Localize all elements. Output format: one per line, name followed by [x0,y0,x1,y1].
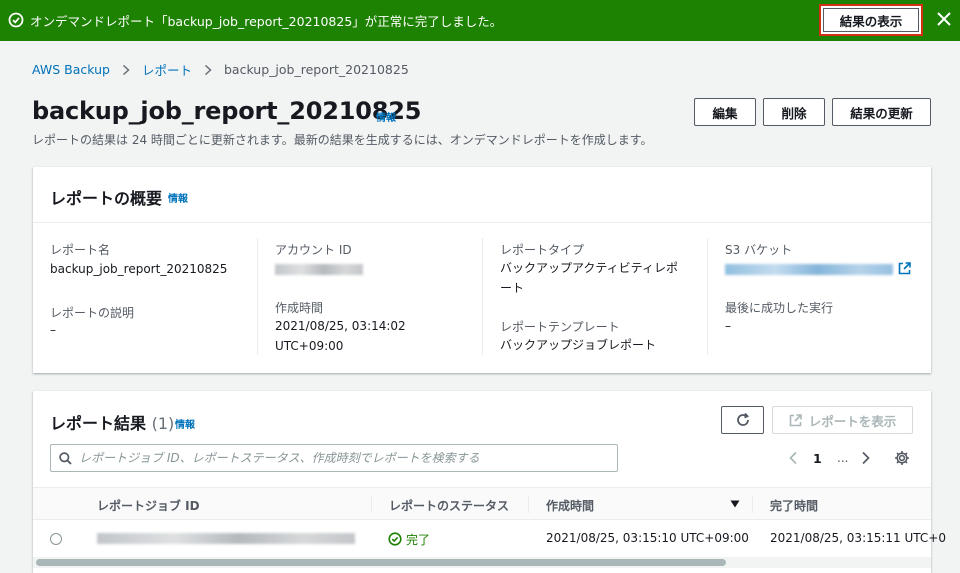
chevron-left-icon[interactable] [788,451,798,465]
edit-button[interactable]: 編集 [694,98,756,126]
results-info-link[interactable]: 情報 [175,416,195,431]
chevron-right-icon [122,64,130,75]
refresh-results-button[interactable]: 結果の更新 [832,98,931,126]
row-select-radio[interactable] [50,533,62,545]
account-id-value-redacted [275,264,363,275]
column-header-status[interactable]: レポートのステータス [389,497,509,514]
column-resizer[interactable] [528,496,529,513]
success-flash-banner: オンデマンドレポート「backup_job_report_20210825」が正… [0,0,960,41]
column-header-created[interactable]: 作成時間 [546,497,594,514]
column-divider [482,238,483,355]
chevron-right-icon[interactable] [861,451,871,465]
external-link-icon[interactable] [898,262,911,275]
delete-button[interactable]: 削除 [763,98,825,126]
created-time-value-date: 2021/08/25, 03:14:02 [275,319,406,333]
report-job-id-redacted [97,533,355,544]
page-info-link[interactable]: 情報 [376,109,396,124]
search-field[interactable] [50,444,618,472]
view-report-label: レポートを表示 [808,413,897,429]
chevron-right-icon [204,64,212,75]
column-header-completed[interactable]: 完了時間 [770,497,818,514]
created-time-label: 作成時間 [275,301,324,315]
overview-title: レポートの概要 [50,189,163,208]
report-type-value-line2: ート [500,281,525,295]
row-status: 完了 [406,533,431,547]
external-link-icon [789,413,802,426]
refresh-icon [736,412,749,426]
last-success-label: 最後に成功した実行 [725,301,834,315]
refresh-button[interactable] [721,406,764,434]
report-description-value: – [50,323,56,337]
results-title-text: レポート結果 [50,414,147,433]
success-check-icon [8,12,24,28]
breadcrumb-current: backup_job_report_20210825 [223,62,409,77]
pagination-ellipsis: ... [837,451,849,465]
column-divider [707,238,708,355]
report-description-label: レポートの説明 [50,306,135,320]
results-title: レポート結果 (1) [50,410,174,434]
view-results-label: 結果の表示 [823,8,919,32]
overview-info-link[interactable]: 情報 [168,190,188,205]
flash-message: オンデマンドレポート「backup_job_report_20210825」が正… [30,14,503,29]
breadcrumb-reports[interactable]: レポート [142,60,192,79]
page-title: backup_job_report_20210825 [32,97,422,125]
sort-descending-icon[interactable] [730,500,740,508]
view-results-button[interactable]: 結果の表示 [819,4,923,36]
row-completed-time: 2021/08/25, 03:15:11 UTC+0 [770,531,946,545]
report-name-value: backup_job_report_20210825 [50,262,228,276]
close-icon[interactable] [935,10,953,28]
status-success-icon [388,532,402,546]
column-resizer[interactable] [371,496,372,513]
s3-bucket-link-redacted[interactable] [725,264,893,275]
current-page[interactable]: 1 [813,451,822,466]
report-template-value: バックアップジョブレポート [500,338,657,352]
report-template-label: レポートテンプレート [500,320,620,334]
results-count: (1) [151,414,175,433]
column-header-job-id[interactable]: レポートジョブ ID [97,497,200,514]
report-name-label: レポート名 [50,243,111,257]
settings-gear-icon[interactable] [894,450,910,466]
report-type-label: レポートタイプ [500,243,585,257]
table-header: レポートジョブ ID レポートのステータス 作成時間 完了時間 [33,487,931,520]
column-divider [257,238,258,355]
column-resizer[interactable] [752,496,753,513]
scrollbar-thumb[interactable] [36,559,726,566]
last-success-value: – [725,319,731,333]
breadcrumb: AWS Backup レポート backup_job_report_202108… [32,60,409,79]
overview-divider [33,222,931,223]
s3-bucket-label: S3 バケット [725,243,793,257]
view-report-button[interactable]: レポートを表示 [772,406,913,434]
search-icon [59,452,72,465]
created-time-value-tz: UTC+09:00 [275,339,344,353]
page-description: レポートの結果は 24 時間ごとに更新されます。最新の結果を生成するには、オンデ… [32,133,653,147]
account-id-label: アカウント ID [275,243,352,257]
breadcrumb-aws-backup[interactable]: AWS Backup [32,62,110,77]
row-created-time: 2021/08/25, 03:15:10 UTC+09:00 [546,531,749,545]
search-input[interactable] [79,449,609,467]
report-type-value-line1: バックアップアクティビティレポ [500,261,678,275]
